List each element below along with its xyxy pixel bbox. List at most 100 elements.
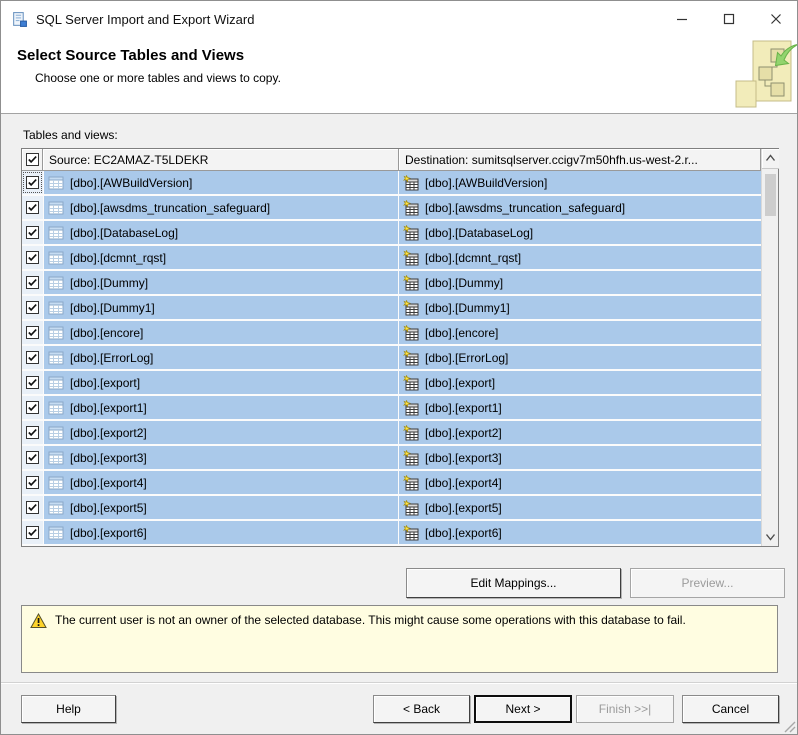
cancel-button[interactable]: Cancel <box>682 695 779 723</box>
row-checkbox-cell[interactable] <box>22 246 43 269</box>
destination-table-cell[interactable]: [dbo].[export5] <box>399 496 761 519</box>
row-checkbox-cell[interactable] <box>22 521 43 544</box>
edit-mappings-button[interactable]: Edit Mappings... <box>406 568 621 598</box>
help-button[interactable]: Help <box>21 695 116 723</box>
close-button[interactable] <box>752 1 797 37</box>
scrollbar-thumb[interactable] <box>764 174 776 216</box>
row-checkbox-cell[interactable] <box>22 196 43 219</box>
row-checkbox[interactable] <box>26 451 39 464</box>
source-table-cell[interactable]: [dbo].[ErrorLog] <box>43 346 399 369</box>
source-table-cell[interactable]: [dbo].[dcmnt_rqst] <box>43 246 399 269</box>
select-all-checkbox[interactable] <box>25 153 39 166</box>
row-checkbox-cell[interactable] <box>22 171 43 194</box>
row-checkbox[interactable] <box>26 476 39 489</box>
row-checkbox[interactable] <box>26 426 39 439</box>
resize-grip-icon[interactable] <box>781 718 796 733</box>
row-checkbox[interactable] <box>26 276 39 289</box>
destination-table-cell[interactable]: [dbo].[export] <box>399 371 761 394</box>
destination-table-cell[interactable]: [dbo].[Dummy] <box>399 271 761 294</box>
destination-table-cell[interactable]: [dbo].[export1] <box>399 396 761 419</box>
table-row[interactable]: [dbo].[export] [dbo].[export] <box>22 371 761 394</box>
next-button[interactable]: Next > <box>474 695 572 723</box>
row-checkbox[interactable] <box>26 176 39 189</box>
source-table-name: [dbo].[AWBuildVersion] <box>70 175 193 190</box>
table-row[interactable]: [dbo].[export6] [dbo].[export6] <box>22 521 761 544</box>
row-checkbox-cell[interactable] <box>22 471 43 494</box>
table-row[interactable]: [dbo].[export3] [dbo].[export3] <box>22 446 761 469</box>
table-row[interactable]: [dbo].[export5] [dbo].[export5] <box>22 496 761 519</box>
row-checkbox-cell[interactable] <box>22 271 43 294</box>
destination-table-cell[interactable]: [dbo].[DatabaseLog] <box>399 221 761 244</box>
row-checkbox[interactable] <box>26 251 39 264</box>
new-table-icon <box>403 224 419 240</box>
table-row[interactable]: [dbo].[export4] [dbo].[export4] <box>22 471 761 494</box>
row-checkbox-cell[interactable] <box>22 321 43 344</box>
preview-button[interactable]: Preview... <box>630 568 785 598</box>
destination-table-cell[interactable]: [dbo].[Dummy1] <box>399 296 761 319</box>
source-table-cell[interactable]: [dbo].[awsdms_truncation_safeguard] <box>43 196 399 219</box>
destination-column-header[interactable]: Destination: sumitsqlserver.ccigv7m50hfh… <box>399 149 761 171</box>
source-table-cell[interactable]: [dbo].[encore] <box>43 321 399 344</box>
source-column-header[interactable]: Source: EC2AMAZ-T5LDEKR <box>43 149 399 171</box>
source-table-cell[interactable]: [dbo].[export] <box>43 371 399 394</box>
source-table-cell[interactable]: [dbo].[Dummy1] <box>43 296 399 319</box>
source-table-cell[interactable]: [dbo].[export4] <box>43 471 399 494</box>
row-checkbox-cell[interactable] <box>22 396 43 419</box>
check-icon <box>28 403 37 412</box>
scroll-down-button[interactable] <box>762 526 779 546</box>
row-checkbox[interactable] <box>26 301 39 314</box>
row-checkbox-cell[interactable] <box>22 346 43 369</box>
destination-table-cell[interactable]: [dbo].[AWBuildVersion] <box>399 171 761 194</box>
footer-divider <box>1 682 797 684</box>
row-checkbox[interactable] <box>26 501 39 514</box>
destination-table-cell[interactable]: [dbo].[encore] <box>399 321 761 344</box>
row-checkbox-cell[interactable] <box>22 221 43 244</box>
table-row[interactable]: [dbo].[Dummy1] [dbo].[Dummy1] <box>22 296 761 319</box>
table-row[interactable]: [dbo].[dcmnt_rqst] [dbo].[dcmnt_rqst] <box>22 246 761 269</box>
table-row[interactable]: [dbo].[export2] [dbo].[export2] <box>22 421 761 444</box>
destination-table-cell[interactable]: [dbo].[ErrorLog] <box>399 346 761 369</box>
row-checkbox-cell[interactable] <box>22 496 43 519</box>
destination-table-cell[interactable]: [dbo].[export4] <box>399 471 761 494</box>
table-row[interactable]: [dbo].[awsdms_truncation_safeguard] [dbo… <box>22 196 761 219</box>
row-checkbox[interactable] <box>26 376 39 389</box>
select-all-header-cell[interactable] <box>22 149 43 171</box>
table-row[interactable]: [dbo].[Dummy] [dbo].[Dummy] <box>22 271 761 294</box>
destination-table-cell[interactable]: [dbo].[export6] <box>399 521 761 544</box>
source-table-cell[interactable]: [dbo].[DatabaseLog] <box>43 221 399 244</box>
row-checkbox-cell[interactable] <box>22 296 43 319</box>
source-table-cell[interactable]: [dbo].[export5] <box>43 496 399 519</box>
table-row[interactable]: [dbo].[AWBuildVersion] [dbo].[AWBuildVer… <box>22 171 761 194</box>
finish-button[interactable]: Finish >>| <box>576 695 674 723</box>
destination-table-cell[interactable]: [dbo].[export2] <box>399 421 761 444</box>
new-table-icon <box>403 324 419 340</box>
table-row[interactable]: [dbo].[export1] [dbo].[export1] <box>22 396 761 419</box>
row-checkbox[interactable] <box>26 201 39 214</box>
source-table-cell[interactable]: [dbo].[export2] <box>43 421 399 444</box>
scroll-up-button[interactable] <box>761 149 779 169</box>
row-checkbox-cell[interactable] <box>22 421 43 444</box>
destination-table-cell[interactable]: [dbo].[export3] <box>399 446 761 469</box>
source-table-cell[interactable]: [dbo].[export1] <box>43 396 399 419</box>
source-table-cell[interactable]: [dbo].[export3] <box>43 446 399 469</box>
table-row[interactable]: [dbo].[ErrorLog] [dbo].[ErrorLog] <box>22 346 761 369</box>
row-checkbox[interactable] <box>26 401 39 414</box>
minimize-button[interactable] <box>658 1 705 37</box>
source-table-cell[interactable]: [dbo].[AWBuildVersion] <box>43 171 399 194</box>
table-row[interactable]: [dbo].[DatabaseLog] [dbo].[DatabaseLog] <box>22 221 761 244</box>
back-button[interactable]: < Back <box>373 695 470 723</box>
row-checkbox-cell[interactable] <box>22 446 43 469</box>
row-checkbox[interactable] <box>26 226 39 239</box>
destination-table-cell[interactable]: [dbo].[awsdms_truncation_safeguard] <box>399 196 761 219</box>
row-checkbox[interactable] <box>26 351 39 364</box>
title-bar[interactable]: SQL Server Import and Export Wizard <box>1 1 797 37</box>
row-checkbox[interactable] <box>26 326 39 339</box>
source-table-cell[interactable]: [dbo].[Dummy] <box>43 271 399 294</box>
row-checkbox-cell[interactable] <box>22 371 43 394</box>
row-checkbox[interactable] <box>26 526 39 539</box>
destination-table-cell[interactable]: [dbo].[dcmnt_rqst] <box>399 246 761 269</box>
source-table-cell[interactable]: [dbo].[export6] <box>43 521 399 544</box>
vertical-scrollbar[interactable] <box>761 149 779 546</box>
maximize-button[interactable] <box>705 1 752 37</box>
table-row[interactable]: [dbo].[encore] [dbo].[encore] <box>22 321 761 344</box>
